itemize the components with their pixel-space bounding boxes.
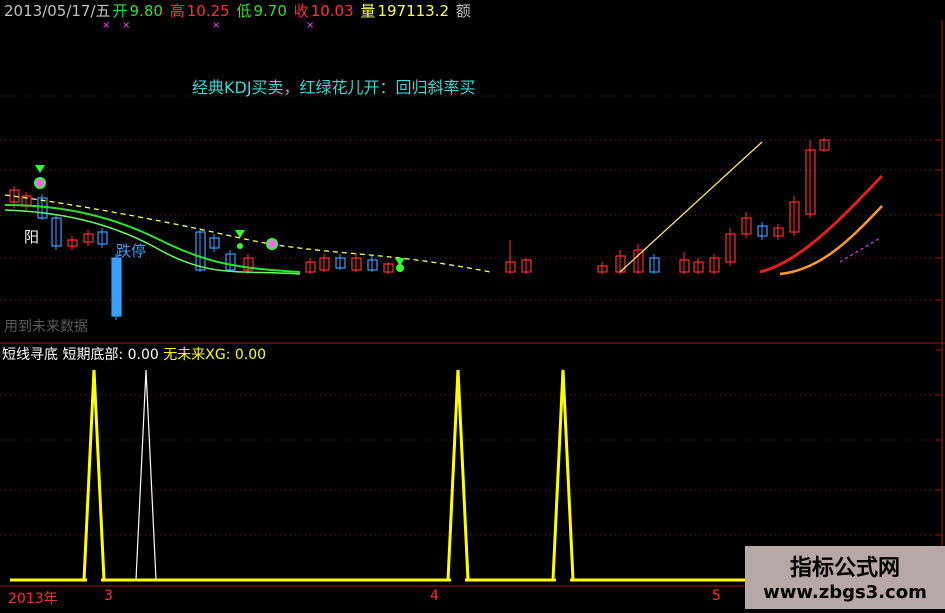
param1-value: 0.00 [127, 347, 159, 363]
marker-x: × [102, 20, 110, 31]
lower-panel-header: 短线寻底 短期底部: 0.00 无未来XG: 0.00 [2, 344, 266, 364]
signal-line-white [135, 369, 157, 581]
regression-line-orange [779, 205, 883, 276]
footer-year: 2013年 [8, 591, 58, 607]
watermark: 指标公式网 www.zbgs3.com [745, 546, 945, 609]
volume-label: 量 [360, 2, 376, 20]
high-value: 10.25 [186, 2, 230, 20]
dot-icon [237, 243, 243, 249]
indicator-name: 短线寻底 [2, 347, 58, 363]
marker-x: × [306, 20, 314, 31]
param2-label: 无未来XG: [163, 347, 231, 363]
low-value: 9.70 [253, 2, 287, 20]
footer-tick: 4 [430, 588, 439, 604]
footer-tick: 5 [712, 588, 721, 604]
watermark-title: 指标公式网 [789, 556, 900, 581]
volume-value: 197113.2 [377, 2, 450, 20]
open-label: 开 [112, 2, 128, 20]
yang-label: 阳 [24, 228, 40, 246]
footer-tick: 3 [104, 588, 113, 604]
close-label: 收 [293, 2, 309, 20]
flower-icon [266, 238, 278, 250]
dot-icon [396, 264, 404, 272]
signal-line-yellow [10, 369, 843, 582]
flower-icon [34, 177, 46, 189]
low-label: 低 [236, 2, 252, 20]
buy-arrow-icon [35, 165, 45, 173]
ma-line-green-2 [4, 209, 301, 275]
high-label: 高 [169, 2, 185, 20]
marker-x: × [212, 20, 220, 31]
ohlc-header: 2013/05/17/五开 9.80 高 10.25 低 9.70 收 10.03 量1… [4, 0, 473, 21]
amount-label: 额 [455, 2, 471, 20]
date-label: 2013/05/17/五 [4, 2, 111, 20]
open-value: 9.80 [129, 2, 163, 20]
candle-body [111, 257, 122, 317]
param2-value: 0.00 [234, 347, 267, 363]
param1-label: 短期底部: [62, 347, 124, 363]
marker-x: × [122, 20, 130, 31]
close-value: 10.03 [310, 2, 354, 20]
trend-line [619, 141, 763, 273]
formula-title: 经典KDJ买卖，红绿花儿开：回归斜率买 [192, 78, 476, 97]
limit-down-label: 跌停 [116, 242, 147, 260]
watermark-url: www.zbgs3.com [763, 582, 927, 603]
future-data-label: 用到未来数据 [4, 319, 88, 335]
